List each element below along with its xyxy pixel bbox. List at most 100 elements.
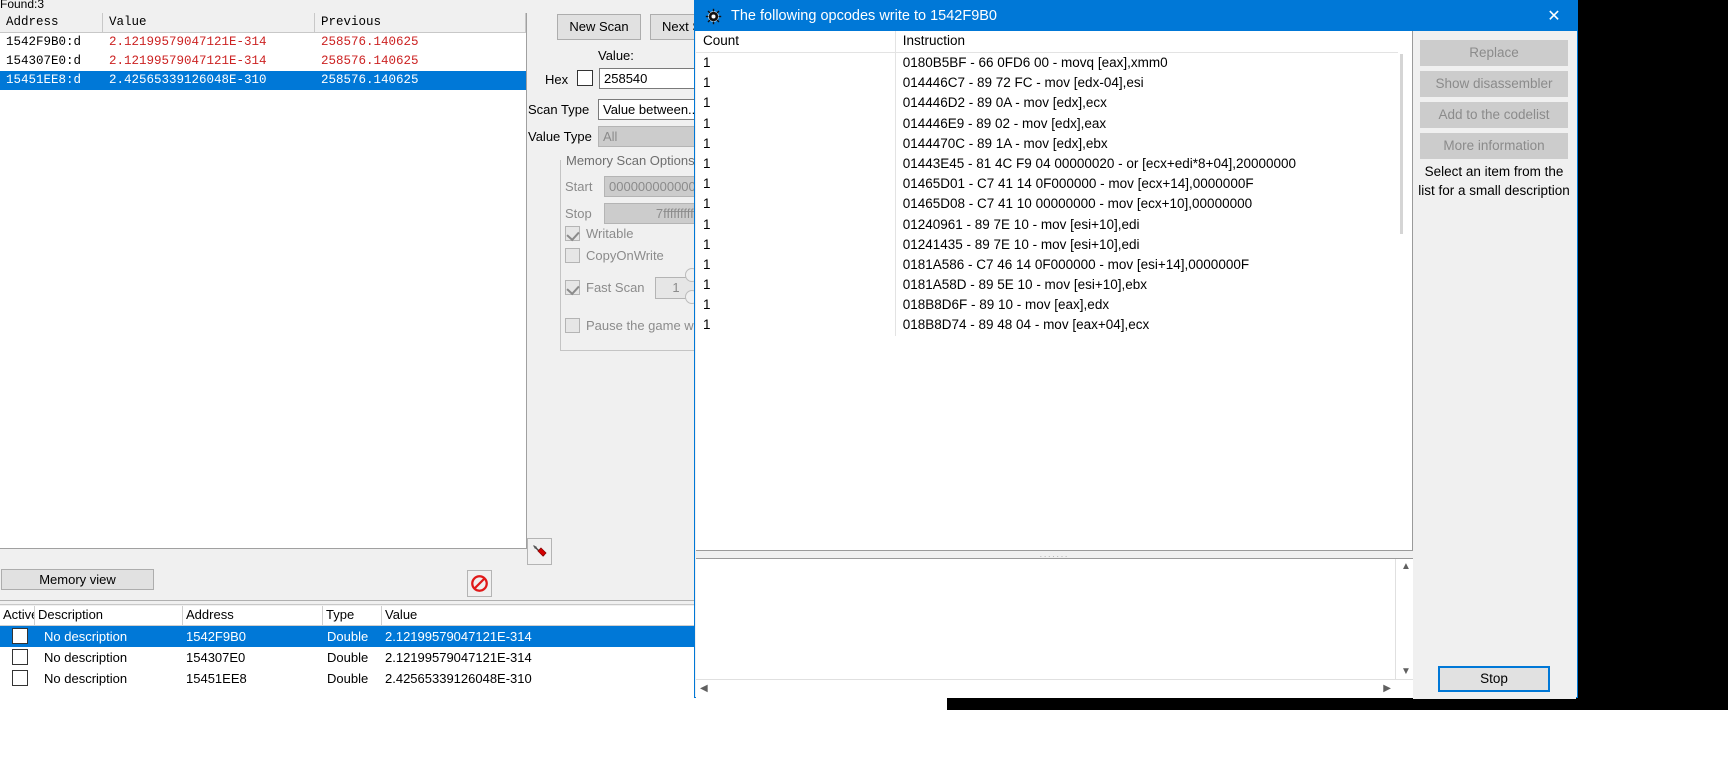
list-item[interactable]: 1 01240961 - 89 7E 10 - mov [esi+10],edi bbox=[696, 215, 1412, 235]
list-item[interactable]: 1 01465D01 - C7 41 14 0F000000 - mov [ec… bbox=[696, 174, 1412, 194]
list-item[interactable]: 1 0180B5BF - 66 0FD6 00 - movq [eax],xmm… bbox=[696, 53, 1412, 73]
pause-game-checkbox[interactable] bbox=[565, 318, 580, 333]
list-item[interactable]: 1 0144470C - 89 1A - mov [edx],ebx bbox=[696, 134, 1412, 154]
stop-button[interactable]: Stop bbox=[1438, 666, 1550, 692]
type-cell[interactable]: Double bbox=[323, 668, 382, 689]
value-type-select[interactable]: All bbox=[598, 126, 708, 147]
scroll-up-icon[interactable]: ▲ bbox=[1401, 562, 1411, 572]
column-header-address[interactable]: Address bbox=[183, 606, 323, 625]
opcode-instruction: 0144470C - 89 1A - mov [edx],ebx bbox=[896, 134, 1412, 154]
result-previous: 258576.140625 bbox=[315, 33, 526, 52]
opcode-list-header: Count Instruction bbox=[696, 31, 1412, 53]
memory-view-button[interactable]: Memory view bbox=[1, 569, 154, 590]
list-item[interactable]: 1 0181A586 - C7 46 14 0F000000 - mov [es… bbox=[696, 255, 1412, 275]
scroll-down-icon[interactable]: ▼ bbox=[1401, 667, 1411, 677]
fast-scan-label: Fast Scan bbox=[586, 280, 645, 295]
opcode-count: 1 bbox=[696, 315, 896, 335]
scan-type-label: Scan Type bbox=[528, 102, 589, 117]
result-previous: 258576.140625 bbox=[315, 52, 526, 71]
list-item[interactable]: 1 01241435 - 89 7E 10 - mov [esi+10],edi bbox=[696, 235, 1412, 255]
list-item[interactable]: 1 014446E9 - 89 02 - mov [edx],eax bbox=[696, 114, 1412, 134]
show-disassembler-button[interactable]: Show disassembler bbox=[1420, 71, 1568, 97]
column-header-type[interactable]: Type bbox=[323, 606, 382, 625]
opcode-count: 1 bbox=[696, 255, 896, 275]
detail-horizontal-scrollbar[interactable]: ◀ ▶ bbox=[696, 679, 1413, 698]
cheat-engine-logo-icon bbox=[705, 8, 722, 25]
column-header-instruction[interactable]: Instruction bbox=[896, 31, 1412, 52]
result-value: 2.12199579047121E-314 bbox=[103, 33, 315, 52]
opcode-list-vertical-scrollbar[interactable] bbox=[1398, 52, 1412, 550]
opcode-instruction: 014446C7 - 89 72 FC - mov [edx-04],esi bbox=[896, 73, 1412, 93]
scan-results-panel[interactable]: Address Value Previous 1542F9B0:d 2.1219… bbox=[0, 13, 527, 549]
column-header-count[interactable]: Count bbox=[696, 31, 896, 52]
sidebar-description-text: Select an item from the list for a small… bbox=[1418, 162, 1570, 200]
column-header-address[interactable]: Address bbox=[0, 13, 103, 32]
replace-button[interactable]: Replace bbox=[1420, 40, 1568, 66]
opcode-instruction: 014446E9 - 89 02 - mov [edx],eax bbox=[896, 114, 1412, 134]
opcode-instruction: 018B8D74 - 89 48 04 - mov [eax+04],ecx bbox=[896, 315, 1412, 335]
active-cell[interactable] bbox=[0, 626, 35, 647]
opcode-instruction: 018B8D6F - 89 10 - mov [eax],edx bbox=[896, 295, 1412, 315]
close-icon[interactable]: ✕ bbox=[1531, 1, 1577, 31]
type-cell[interactable]: Double bbox=[323, 626, 382, 647]
table-row[interactable]: 15451EE8:d 2.42565339126048E-310 258576.… bbox=[0, 71, 526, 90]
active-cell[interactable] bbox=[0, 668, 35, 689]
address-cell[interactable]: 15451EE8 bbox=[183, 668, 323, 689]
fast-scan-checkbox[interactable] bbox=[565, 280, 580, 295]
type-cell[interactable]: Double bbox=[323, 647, 382, 668]
list-item[interactable]: 1 01465D08 - C7 41 10 00000000 - mov [ec… bbox=[696, 194, 1412, 214]
dialog-titlebar[interactable]: The following opcodes write to 1542F9B0 … bbox=[695, 1, 1577, 31]
opcode-write-dialog: The following opcodes write to 1542F9B0 … bbox=[694, 0, 1578, 698]
table-row[interactable]: 154307E0:d 2.12199579047121E-314 258576.… bbox=[0, 52, 526, 71]
opcode-count: 1 bbox=[696, 295, 896, 315]
more-information-button[interactable]: More information bbox=[1420, 133, 1568, 159]
hex-checkbox[interactable] bbox=[577, 70, 593, 86]
list-item[interactable]: 1 01443E45 - 81 4C F9 04 00000020 - or [… bbox=[696, 154, 1412, 174]
opcode-count: 1 bbox=[696, 235, 896, 255]
opcode-count: 1 bbox=[696, 215, 896, 235]
dialog-splitter-handle[interactable]: ....... bbox=[696, 550, 1413, 559]
dialog-sidebar: Replace Show disassembler Add to the cod… bbox=[1413, 31, 1576, 699]
active-cell[interactable] bbox=[0, 647, 35, 668]
red-arrow-icon-button[interactable] bbox=[527, 538, 552, 565]
scroll-right-icon[interactable]: ▶ bbox=[1383, 684, 1391, 694]
description-cell[interactable]: No description bbox=[35, 626, 183, 647]
dialog-title: The following opcodes write to 1542F9B0 bbox=[731, 8, 1531, 24]
opcode-count: 1 bbox=[696, 93, 896, 113]
hex-label: Hex bbox=[545, 72, 568, 87]
fast-scan-checkbox-row[interactable]: Fast Scan bbox=[565, 280, 645, 295]
column-header-description[interactable]: Description bbox=[35, 606, 183, 625]
add-to-codelist-button[interactable]: Add to the codelist bbox=[1420, 102, 1568, 128]
address-cell[interactable]: 154307E0 bbox=[183, 647, 323, 668]
scroll-left-icon[interactable]: ◀ bbox=[700, 684, 708, 694]
column-header-previous[interactable]: Previous bbox=[315, 13, 526, 32]
copyonwrite-checkbox[interactable] bbox=[565, 248, 580, 263]
address-cell[interactable]: 1542F9B0 bbox=[183, 626, 323, 647]
opcode-instruction: 0181A586 - C7 46 14 0F000000 - mov [esi+… bbox=[896, 255, 1412, 275]
column-header-value[interactable]: Value bbox=[103, 13, 315, 32]
scrollbar-thumb[interactable] bbox=[1400, 54, 1403, 234]
opcode-list[interactable]: Count Instruction 1 0180B5BF - 66 0FD6 0… bbox=[696, 31, 1413, 550]
list-item[interactable]: 1 0181A58D - 89 5E 10 - mov [esi+10],ebx bbox=[696, 275, 1412, 295]
active-checkbox[interactable] bbox=[12, 628, 28, 644]
writable-label: Writable bbox=[586, 226, 633, 241]
opcode-instruction: 01240961 - 89 7E 10 - mov [esi+10],edi bbox=[896, 215, 1412, 235]
active-checkbox[interactable] bbox=[12, 649, 28, 665]
detail-vertical-scrollbar[interactable]: ▲ ▼ bbox=[1395, 559, 1413, 680]
description-cell[interactable]: No description bbox=[35, 647, 183, 668]
list-item[interactable]: 1 018B8D6F - 89 10 - mov [eax],edx bbox=[696, 295, 1412, 315]
table-row[interactable]: 1542F9B0:d 2.12199579047121E-314 258576.… bbox=[0, 33, 526, 52]
list-item[interactable]: 1 018B8D74 - 89 48 04 - mov [eax+04],ecx bbox=[696, 315, 1412, 335]
writable-checkbox-row[interactable]: Writable bbox=[565, 226, 633, 241]
forbidden-icon-button[interactable] bbox=[467, 570, 492, 597]
list-item[interactable]: 1 014446C7 - 89 72 FC - mov [edx-04],esi bbox=[696, 73, 1412, 93]
list-item[interactable]: 1 014446D2 - 89 0A - mov [edx],ecx bbox=[696, 93, 1412, 113]
description-cell[interactable]: No description bbox=[35, 668, 183, 689]
opcode-count: 1 bbox=[696, 194, 896, 214]
copyonwrite-checkbox-row[interactable]: CopyOnWrite bbox=[565, 248, 664, 263]
scan-type-select[interactable]: Value between.. bbox=[598, 99, 708, 120]
column-header-active[interactable]: Active bbox=[0, 606, 35, 625]
active-checkbox[interactable] bbox=[12, 670, 28, 686]
writable-checkbox[interactable] bbox=[565, 226, 580, 241]
new-scan-button[interactable]: New Scan bbox=[557, 14, 641, 40]
